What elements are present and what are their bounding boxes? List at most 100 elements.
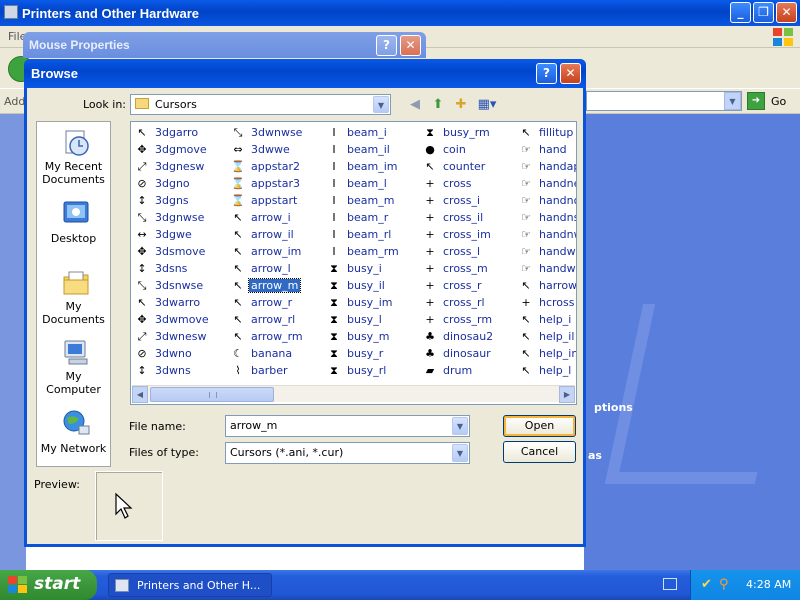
- file-name: harrow: [539, 279, 577, 292]
- windows-logo-icon: [773, 28, 793, 46]
- cursor-file-icon: ⧗: [330, 279, 338, 292]
- file-name: handapst: [539, 160, 576, 173]
- file-name: beam_rl: [347, 228, 392, 241]
- file-name: barber: [251, 364, 288, 377]
- mouse-properties-close-button[interactable]: ✕: [400, 35, 421, 56]
- new-folder-icon[interactable]: ✚: [451, 95, 471, 115]
- folder-icon: [135, 98, 149, 109]
- look-in-combobox[interactable]: Cursors ▼: [130, 94, 391, 115]
- file-name: banana: [251, 347, 293, 360]
- background-content: ptions as: [584, 114, 800, 570]
- cursor-file-icon: ⤢: [137, 160, 147, 173]
- background-link-partial-2[interactable]: as: [588, 449, 602, 462]
- arrow-cursor-preview-icon: [115, 492, 133, 519]
- cursor-file-icon: ⧗: [330, 262, 338, 275]
- file-name: 3dgns: [155, 194, 189, 207]
- start-button[interactable]: start: [0, 570, 97, 600]
- cursor-file-icon: ⤡: [233, 126, 243, 139]
- file-name: 3dwno: [155, 347, 192, 360]
- cursor-file-icon: ↖: [521, 279, 531, 292]
- cursor-file-icon: ⧗: [426, 126, 434, 139]
- view-menu-icon[interactable]: ▦▾: [474, 95, 500, 115]
- place-my-documents[interactable]: My Documents: [37, 264, 110, 334]
- file-name: cross_rm: [443, 313, 493, 326]
- file-name: handnesw: [539, 177, 576, 190]
- chevron-down-icon[interactable]: ▼: [452, 444, 468, 462]
- browse-titlebar[interactable]: Browse ? ✕: [24, 59, 586, 88]
- address-input[interactable]: [586, 91, 742, 111]
- cursor-file-icon: ↖: [233, 262, 243, 275]
- cancel-button[interactable]: Cancel: [503, 441, 576, 463]
- cursor-file-icon: ↖: [521, 330, 531, 343]
- mouse-properties-titlebar[interactable]: Mouse Properties ? ✕: [23, 32, 426, 58]
- cursor-file-icon: ⧗: [330, 364, 338, 377]
- file-name: busy_m: [347, 330, 390, 343]
- cursor-file-icon: ✥: [137, 313, 147, 326]
- chevron-down-icon[interactable]: ▼: [452, 417, 468, 435]
- cursor-file-icon: +: [425, 177, 435, 190]
- file-name: cross_im: [443, 228, 491, 241]
- file-name: busy_rl: [347, 364, 387, 377]
- keyboard-icon[interactable]: [663, 578, 677, 590]
- file-name: handwe: [539, 262, 576, 275]
- cursor-file-icon: ↔: [137, 228, 147, 241]
- file-name: help_im: [539, 347, 576, 360]
- horizontal-scrollbar[interactable]: ◀ ▶: [132, 385, 575, 403]
- clock[interactable]: 4:28 AM: [746, 578, 791, 591]
- cursor-file-icon: ☞: [521, 194, 531, 207]
- cursor-file-icon: ⌛: [231, 177, 245, 190]
- file-list[interactable]: ↖ 3dgarro ✥ 3dgmove ⤢ 3dgnesw ⊘ 3dgno ↕ 3dgns ⤡ 3dg…: [130, 121, 577, 405]
- minimize-button[interactable]: _: [730, 2, 751, 23]
- file-name: appstar2: [251, 160, 301, 173]
- scroll-left-icon[interactable]: ◀: [132, 386, 148, 403]
- scroll-thumb[interactable]: [150, 387, 274, 402]
- back-icon[interactable]: ◀: [405, 95, 425, 115]
- tray-search-icon[interactable]: ⚲: [719, 578, 733, 592]
- background-link-partial[interactable]: ptions: [594, 401, 633, 414]
- place-my-network[interactable]: My Network: [37, 404, 110, 474]
- open-button[interactable]: Open: [503, 415, 576, 437]
- my-computer-icon: [64, 340, 88, 365]
- cursor-file-icon: ⤢: [137, 330, 147, 343]
- address-dropdown-icon[interactable]: ▼: [724, 92, 741, 110]
- file-name-input[interactable]: arrow_m ▼: [225, 415, 470, 437]
- go-button[interactable]: ➜ Go: [747, 92, 797, 110]
- look-in-label: Look in:: [83, 98, 126, 111]
- cursor-file-icon: ⧗: [330, 330, 338, 343]
- files-of-type-select[interactable]: Cursors (*.ani, *.cur) ▼: [225, 442, 470, 464]
- close-button[interactable]: ✕: [776, 2, 797, 23]
- browse-close-button[interactable]: ✕: [560, 63, 581, 84]
- file-name: beam_im: [347, 160, 398, 173]
- go-label: Go: [771, 95, 787, 108]
- file-name: 3dgwe: [155, 228, 192, 241]
- desktop-icon: [63, 201, 89, 223]
- file-name: arrow_rm: [251, 330, 303, 343]
- mouse-properties-title: Mouse Properties: [29, 38, 130, 52]
- file-name: dinosaur: [443, 347, 491, 360]
- scroll-right-icon[interactable]: ▶: [559, 386, 575, 403]
- maximize-button[interactable]: ❐: [753, 2, 774, 23]
- place-my-recent-documents[interactable]: My Recent Documents: [37, 124, 110, 194]
- file-name: arrow_l: [251, 262, 291, 275]
- places-bar: My Recent Documents Desktop My Documents: [36, 121, 111, 467]
- file-name: 3dgnesw: [155, 160, 205, 173]
- browse-title: Browse: [31, 66, 78, 81]
- background-window-titlebar[interactable]: Printers and Other Hardware _ ❐ ✕: [0, 0, 800, 26]
- cursor-file-icon: ↖: [233, 245, 243, 258]
- mouse-properties-help-button[interactable]: ?: [376, 35, 397, 56]
- place-label: My Documents: [42, 300, 105, 326]
- tray-security-icon[interactable]: ✔: [701, 578, 715, 592]
- go-arrow-icon: ➜: [747, 92, 765, 110]
- up-folder-icon[interactable]: ⬆: [428, 95, 448, 115]
- file-name: busy_im: [347, 296, 393, 309]
- cursor-file-icon: ☞: [521, 211, 531, 224]
- cursor-file-icon: ⇔: [233, 143, 243, 156]
- place-my-computer[interactable]: My Computer: [37, 334, 110, 404]
- taskbar-item-printers[interactable]: Printers and Other H...: [108, 573, 272, 597]
- place-desktop[interactable]: Desktop: [37, 194, 110, 264]
- cursor-file-icon: ⊘: [137, 177, 147, 190]
- file-name: busy_rm: [443, 126, 490, 139]
- file-name: busy_r: [347, 347, 384, 360]
- cursor-file-icon: ⤡: [137, 279, 147, 292]
- browse-help-button[interactable]: ?: [536, 63, 557, 84]
